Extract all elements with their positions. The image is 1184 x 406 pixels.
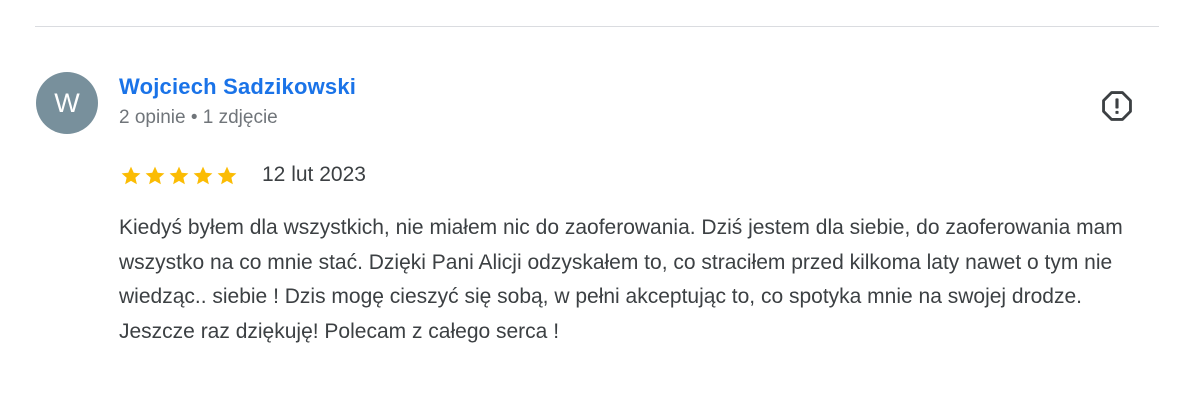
star-icon <box>217 166 237 185</box>
avatar[interactable]: W <box>36 72 98 134</box>
star-rating <box>119 164 239 188</box>
report-octagon-icon <box>1102 91 1132 121</box>
star-icon <box>145 166 165 185</box>
review-date: 12 lut 2023 <box>262 163 366 186</box>
review-text: Kiedyś byłem dla wszystkich, nie miałem … <box>119 216 1123 343</box>
star-icon <box>169 166 189 185</box>
section-divider <box>35 26 1159 27</box>
avatar-initial: W <box>54 87 80 118</box>
star-icon <box>193 166 213 185</box>
report-review-button[interactable] <box>1098 87 1136 125</box>
star-icon <box>121 166 141 185</box>
reviewer-name-link[interactable]: Wojciech Sadzikowski <box>119 74 356 100</box>
reviewer-meta: 2 opinie • 1 zdjęcie <box>119 107 278 128</box>
